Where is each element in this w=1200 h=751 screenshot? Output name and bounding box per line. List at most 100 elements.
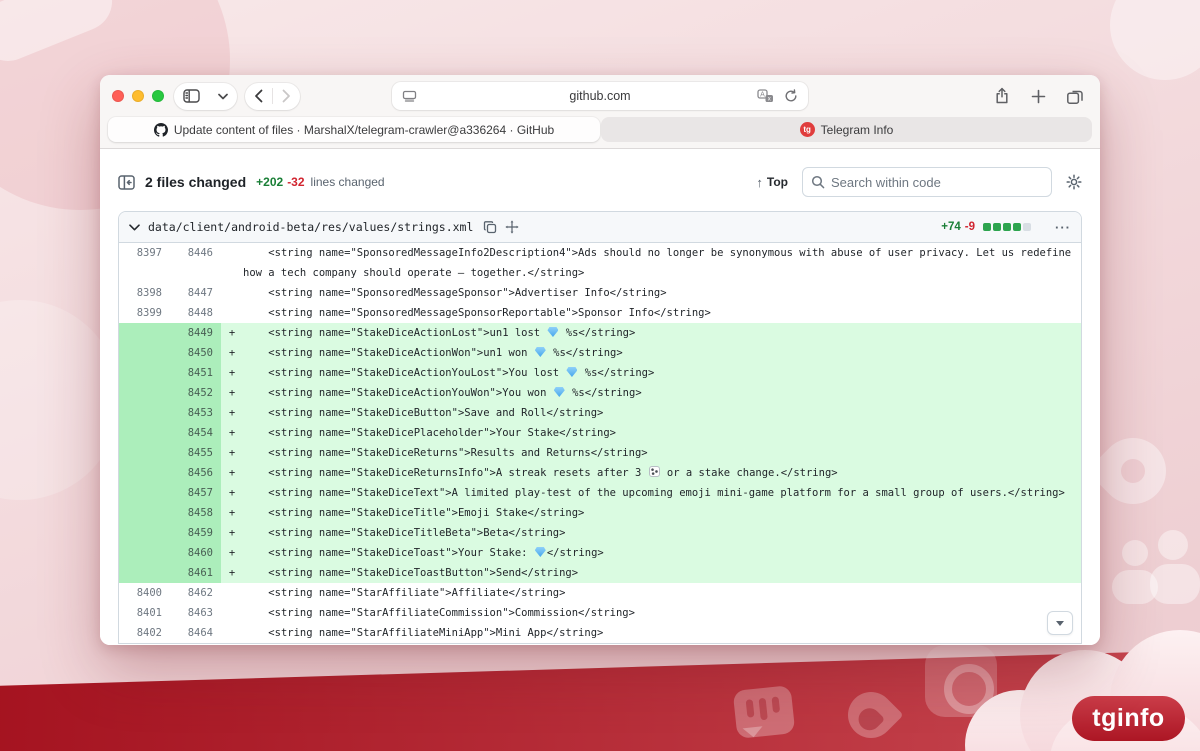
diff-code: <string name="StakeDiceReturns">Results … <box>243 443 1081 463</box>
diff-settings-button[interactable] <box>1066 174 1082 190</box>
diff-row: 8458 + <string name="StakeDiceTitle">Emoj… <box>119 503 1081 523</box>
diff-row: 8401 8463 <string name="StarAffiliateComm… <box>119 603 1081 623</box>
diff-row: 8450 + <string name="StakeDiceActionWon">… <box>119 343 1081 363</box>
file-options-button[interactable]: ··· <box>1055 220 1071 235</box>
reload-button[interactable] <box>784 89 798 103</box>
diff-marker: + <box>221 563 243 583</box>
diff-line-number-old <box>119 323 170 343</box>
file-tree-toggle-button[interactable] <box>118 174 135 190</box>
reload-icon <box>785 89 797 102</box>
sidebar-toggle-button[interactable] <box>174 83 209 110</box>
tab-github[interactable]: Update content of files · MarshalX/teleg… <box>108 117 600 142</box>
tab-overview-button[interactable] <box>1066 88 1084 105</box>
diff-marker: + <box>221 463 243 483</box>
browser-chrome: github.com Ax Update content of files · … <box>100 75 1100 149</box>
traffic-lights <box>112 90 164 102</box>
diff-line-number-new: 8450 <box>170 343 221 363</box>
diff-marker <box>221 243 243 283</box>
diff-line-number-old: 8398 <box>136 287 162 299</box>
diff-marker: + <box>221 323 243 343</box>
diff-line-number-new: 8455 <box>170 443 221 463</box>
diff-code: <string name="StarAffiliate">Affiliate</… <box>243 587 566 599</box>
minimize-window-button[interactable] <box>132 90 144 102</box>
diff-marker <box>221 623 243 643</box>
sidebar-menu-button[interactable] <box>209 83 237 110</box>
share-button[interactable] <box>993 87 1011 105</box>
diff-code: <string name="SponsoredMessageSponsor">A… <box>243 287 667 299</box>
diff-line-number-new: 8457 <box>170 483 221 503</box>
scroll-to-top-button[interactable]: ↑ Top <box>756 175 788 190</box>
diff-line-number-old <box>119 403 170 423</box>
diff-line-number-new: 8449 <box>170 323 221 343</box>
jump-down-button[interactable] <box>1047 611 1073 635</box>
diff-code: <string name="StakeDiceActionYouLost">Yo… <box>243 363 1081 383</box>
address-bar-actions: Ax <box>757 89 798 103</box>
tab-telegram-info[interactable]: tg Telegram Info <box>601 117 1092 142</box>
diff-line-number-new: 8458 <box>170 503 221 523</box>
diff-row: 8397 8446 <string name="SponsoredMessageI… <box>119 243 1081 283</box>
diff-row: 8402 8464 <string name="StarAffiliateMini… <box>119 623 1081 643</box>
new-tab-button[interactable] <box>1031 89 1046 104</box>
file-tree-icon <box>118 174 135 190</box>
diff-marker: + <box>221 403 243 423</box>
chevron-down-icon <box>129 223 140 230</box>
nav-button-group <box>245 82 300 110</box>
sidebar-button-group <box>174 82 237 110</box>
page-settings-button[interactable] <box>402 90 417 103</box>
diff-row: 8453 + <string name="StakeDiceButton">Sav… <box>119 403 1081 423</box>
diff-line-number-old <box>119 383 170 403</box>
diff-line-number-old: 8401 <box>136 607 162 619</box>
close-window-button[interactable] <box>112 90 124 102</box>
file-additions: +74 <box>941 221 961 233</box>
diff-row: 8454 + <string name="StakeDicePlaceholder… <box>119 423 1081 443</box>
move-icon <box>505 220 520 234</box>
diff-line-number-old: 8402 <box>136 627 162 639</box>
tabs-icon <box>1067 90 1083 104</box>
tginfo-label: tginfo <box>1092 704 1165 732</box>
diff-code: <string name="StakeDiceReturnsInfo">A st… <box>243 463 1081 483</box>
diff-row: 8399 8448 <string name="SponsoredMessageS… <box>119 303 1081 323</box>
diffstat-blocks <box>983 223 1031 231</box>
diffstat-block-empty <box>1023 223 1031 231</box>
drag-file-button[interactable] <box>505 220 520 234</box>
translate-button[interactable]: Ax <box>757 89 774 103</box>
diff-line-number-old <box>119 463 170 483</box>
diff-line-number-new: 8463 <box>187 607 213 619</box>
diff-row: 8460 + <string name="StakeDiceToast">Your… <box>119 543 1081 563</box>
diff-line-number-old <box>119 563 170 583</box>
back-button[interactable] <box>245 83 272 110</box>
total-additions: +202 <box>256 175 284 189</box>
browser-window: github.com Ax Update content of files · … <box>100 75 1100 645</box>
zoom-window-button[interactable] <box>152 90 164 102</box>
diff-code: <string name="StakeDiceActionYouWon">You… <box>243 383 1081 403</box>
diff-summary-bar: 2 files changed +202 -32 lines changed ↑… <box>100 149 1100 211</box>
file-deletions: -9 <box>964 221 975 233</box>
diff-row: 8455 + <string name="StakeDiceReturns">Re… <box>119 443 1081 463</box>
code-search-box <box>802 167 1052 197</box>
collapse-file-button[interactable] <box>129 223 140 231</box>
diff-line-number-old: 8397 <box>136 247 162 259</box>
diff-row: 8461 + <string name="StakeDiceToastButton… <box>119 563 1081 583</box>
gem-emoji <box>534 347 546 357</box>
diff-line-number-old <box>119 343 170 363</box>
diff-marker <box>221 283 243 303</box>
diff-row: 8459 + <string name="StakeDiceTitleBeta">… <box>119 523 1081 543</box>
triangle-down-icon <box>1056 620 1064 630</box>
tginfo-watermark: tginfo <box>1072 696 1185 741</box>
total-deletions: -32 <box>287 175 305 189</box>
diff-marker: + <box>221 523 243 543</box>
diff-code: <string name="StakeDiceText">A limited p… <box>243 483 1081 503</box>
forward-button[interactable] <box>273 83 300 110</box>
url-text: github.com <box>569 89 631 103</box>
diff-code: <string name="StarAffiliateMiniApp">Mini… <box>243 627 604 639</box>
tab-title: Update content of files · MarshalX/teleg… <box>173 122 555 137</box>
people-shape-head <box>1158 530 1188 560</box>
diff-row: 8398 8447 <string name="SponsoredMessageS… <box>119 283 1081 303</box>
diff-code: <string name="StakeDiceActionWon">un1 wo… <box>243 343 1081 363</box>
top-label: Top <box>766 175 788 189</box>
background-blob <box>1110 0 1200 80</box>
diff-line-number-old: 8399 <box>136 307 162 319</box>
copy-path-button[interactable] <box>483 220 497 234</box>
search-input[interactable] <box>831 174 1043 190</box>
address-bar[interactable]: github.com Ax <box>392 82 808 110</box>
